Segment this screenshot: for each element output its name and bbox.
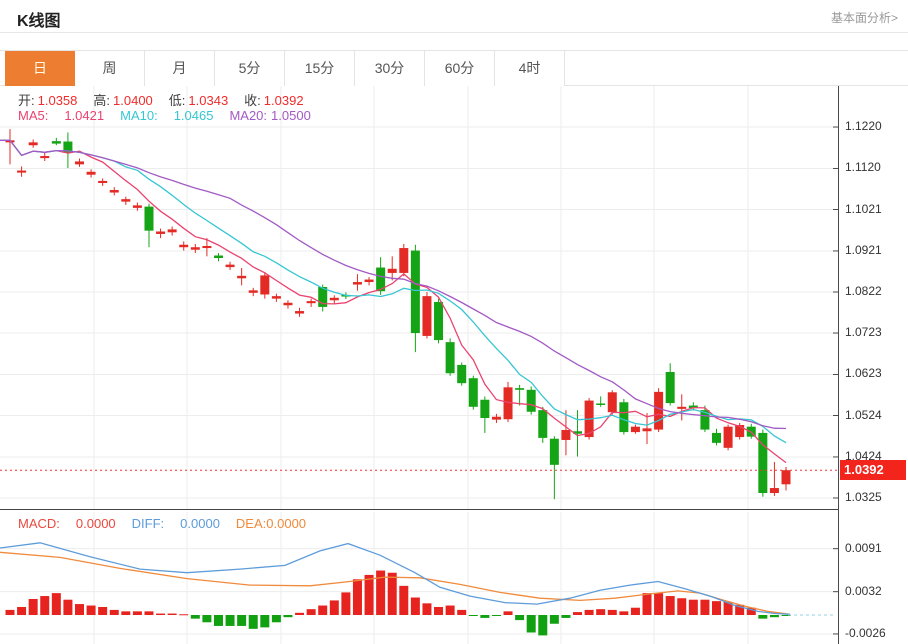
ma20-value: 1.0500: [271, 108, 311, 123]
ma-readout: MA5: 1.0421 MA10: 1.0465 MA20: 1.0500: [18, 108, 314, 123]
low-value: 1.0343: [188, 93, 228, 108]
tab-60min[interactable]: 60分: [425, 51, 495, 86]
price-axis: 1.0392 1.1220 1.1120 1.1021 1.0921 1.0822 1.0…: [838, 86, 908, 644]
ma10-label: MA10:: [120, 108, 158, 123]
main-candlestick-chart[interactable]: [0, 86, 838, 510]
diff-label: DIFF:: [132, 516, 165, 531]
macd-indicator-chart[interactable]: [0, 512, 838, 644]
price-axis-label: 1.0921: [845, 243, 882, 257]
dea-label: DEA:: [236, 516, 266, 531]
price-axis-label: 1.0723: [845, 325, 882, 339]
price-axis-label: 1.0325: [845, 490, 882, 504]
close-value: 1.0392: [264, 93, 304, 108]
tab-5min[interactable]: 5分: [215, 51, 285, 86]
tab-30min[interactable]: 30分: [355, 51, 425, 86]
macd-label: MACD:: [18, 516, 60, 531]
open-value: 1.0358: [38, 93, 78, 108]
fundamental-analysis-link[interactable]: 基本面分析>: [831, 9, 898, 26]
macd-axis-label: 0.0032: [845, 584, 882, 598]
price-axis-label: 1.0424: [845, 449, 882, 463]
price-axis-label: 1.0623: [845, 366, 882, 380]
macd-readout: MACD:0.0000DIFF:0.0000DEA:0.0000: [18, 516, 309, 531]
low-label: 低:: [169, 93, 186, 108]
ma5-value: 1.0421: [64, 108, 104, 123]
chart-area: 开:1.0358高:1.0400低:1.0343收:1.0392 MA5:1.0…: [0, 86, 908, 644]
close-label: 收:: [244, 93, 261, 108]
tab-4hour[interactable]: 4时: [495, 51, 565, 86]
price-axis-label: 1.0822: [845, 284, 882, 298]
tab-15min[interactable]: 15分: [285, 51, 355, 86]
period-tab-bar: 日周月5分15分30分60分4时: [0, 50, 908, 86]
macd-value: 0.0000: [76, 516, 116, 531]
current-price-badge: 1.0392: [840, 460, 906, 480]
price-axis-label: 1.1021: [845, 202, 882, 216]
dea-value: 0.0000: [266, 516, 306, 531]
page-title: K线图: [17, 7, 61, 31]
ohlc-readout: 开:1.0358 高:1.0400 低:1.0343 收:1.0392: [18, 90, 320, 109]
ma10-value: 1.0465: [174, 108, 214, 123]
tab-day[interactable]: 日: [5, 51, 75, 86]
price-axis-label: 1.1220: [845, 119, 882, 133]
page-header: K线图 基本面分析>: [0, 0, 908, 33]
ma20-label: MA20:: [229, 108, 267, 123]
price-axis-label: 1.0524: [845, 408, 882, 422]
tab-month[interactable]: 月: [145, 51, 215, 86]
tab-week[interactable]: 周: [75, 51, 145, 86]
macd-axis-label: -0.0026: [845, 626, 886, 640]
high-value: 1.0400: [113, 93, 153, 108]
ma5-label: MA5:: [18, 108, 48, 123]
high-label: 高:: [93, 93, 110, 108]
open-label: 开:: [18, 93, 35, 108]
price-axis-label: 1.1120: [845, 160, 881, 174]
macd-axis-label: 0.0091: [845, 541, 882, 555]
diff-value: 0.0000: [180, 516, 220, 531]
